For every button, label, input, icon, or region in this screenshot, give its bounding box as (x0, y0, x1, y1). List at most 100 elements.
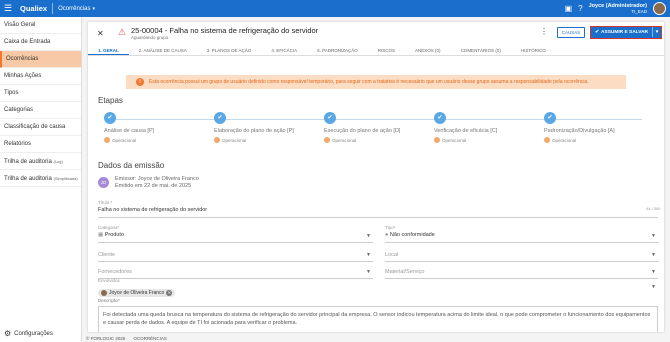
local-select[interactable]: Local ▼ (385, 250, 658, 262)
step-label: Análise de causa [P] (104, 128, 155, 134)
copyright: © FORLOGIC 2025 (86, 336, 126, 341)
menu-icon[interactable]: ☰ (0, 3, 16, 14)
step-verificacao-eficacia[interactable]: ✔ Verificação de eficácia [C] Operaciona… (434, 112, 544, 143)
user-info[interactable]: Joyce (Administrador) TI_EAD (589, 3, 647, 15)
close-icon[interactable]: ✕ (97, 29, 104, 38)
module-selector[interactable]: Ocorrências (58, 6, 90, 12)
sidebar-item-minhas-acoes[interactable]: Minhas Ações (0, 68, 81, 85)
tab-comentarios[interactable]: Comentários (0) (451, 45, 511, 55)
sidebar: Visão Geral Caixa de Entrada Ocorrências… (0, 17, 82, 342)
step-status-label: Operacional (442, 137, 467, 143)
involved-chip[interactable]: Joyce de Oliveira Franco ✕ (98, 289, 176, 297)
app-logo[interactable]: Qualiex (20, 4, 47, 13)
top-bar: ☰ Qualiex Ocorrências ▾ ▣ ? Joyce (Admin… (0, 0, 670, 17)
tab-riscos[interactable]: Riscos (368, 45, 405, 55)
occurrence-panel: ✕ ⚠ 25-00004 - Falha no sistema de refri… (88, 22, 664, 332)
tab-historico[interactable]: Histórico (511, 45, 556, 55)
close-icon[interactable]: ✕ (166, 290, 173, 296)
sidebar-item-trilha-log[interactable]: Trilha de auditoria (Log) (0, 153, 81, 170)
sidebar-item-ocorrencias[interactable]: Ocorrências (0, 51, 81, 68)
step-status-label: Operacional (332, 137, 357, 143)
assume-save-button[interactable]: ✔ ASSUMIR E SALVAR ▾ (590, 26, 662, 39)
main-area: ✕ ⚠ 25-00004 - Falha no sistema de refri… (82, 17, 670, 342)
settings-label: Configurações (14, 330, 53, 337)
emitter-avatar: JO (98, 177, 109, 188)
check-icon: ✔ (104, 112, 116, 124)
tab-planos-acao[interactable]: 3. Planos de ação (197, 45, 262, 55)
page-title: 25-00004 - Falha no sistema de refrigera… (131, 26, 319, 35)
client-select[interactable]: Cliente ▼ (98, 250, 373, 262)
step-status: Operacional (104, 137, 214, 143)
avatar[interactable] (653, 2, 666, 15)
sidebar-item-label: Classificação de causa (4, 124, 66, 130)
causes-button[interactable]: CAUSAS (557, 27, 585, 38)
sidebar-item-label: Caixa de Entrada (4, 39, 51, 45)
category-select[interactable]: Categoria* ▦ Produto ▼ (98, 225, 373, 243)
step-status: Operacional (434, 137, 544, 143)
sidebar-item-caixa-entrada[interactable]: Caixa de Entrada (0, 34, 81, 51)
step-label: Elaboração do plano de ação [P] (214, 128, 294, 134)
sidebar-item-label: Ocorrências (6, 56, 39, 62)
tab-padronizacao[interactable]: 5. Padronização (307, 45, 368, 55)
field-underline (385, 242, 658, 243)
type-label: Tipo* (385, 225, 396, 230)
emission-text: Emissor: Joyce de Oliveira Franco Emitid… (115, 176, 199, 190)
tab-geral[interactable]: 1. Geral (88, 45, 129, 55)
emitter-name: Emissor: Joyce de Oliveira Franco (115, 176, 199, 182)
tab-analise-causa[interactable]: 2. Análise de causa (129, 45, 197, 55)
apps-icon[interactable]: ▣ (565, 4, 573, 13)
step-label: Execução do plano de ação [D] (324, 128, 401, 134)
more-options-icon[interactable]: ⋮ (540, 27, 548, 36)
sidebar-item-categorias[interactable]: Categorias (0, 102, 81, 119)
check-icon: ✔ (324, 112, 336, 124)
chevron-down-icon[interactable]: ▾ (92, 6, 95, 12)
chip-label: Joyce de Oliveira Franco (109, 290, 165, 296)
gear-icon: ⚙ (4, 329, 12, 338)
description-field[interactable]: Descrição* Foi detectada uma queda brusc… (98, 298, 658, 332)
client-placeholder: Cliente (98, 252, 116, 258)
check-icon: ✔ (544, 112, 556, 124)
step-execucao-plano[interactable]: ✔ Execução do plano de ação [D] Operacio… (324, 112, 434, 143)
description-textarea[interactable]: Foi detectada uma queda brusca na temper… (98, 306, 658, 332)
step-status: Operacional (544, 137, 654, 143)
chevron-down-icon: ▼ (366, 252, 371, 258)
type-select[interactable]: Tipo* ● Não conformidade ▼ (385, 225, 658, 243)
step-padronizacao[interactable]: ✔ Padronização/Divulgação [A] Operaciona… (544, 112, 654, 143)
chevron-down-icon: ▼ (651, 233, 656, 239)
step-elaboracao-plano[interactable]: ✔ Elaboração do plano de ação [P] Operac… (214, 112, 324, 143)
sidebar-item-classificacao-causa[interactable]: Classificação de causa (0, 119, 81, 136)
box-icon: ▦ (98, 232, 104, 238)
title-counter: 44 / 300 (646, 206, 661, 211)
status-subtitle: Aguardando grupo (131, 35, 169, 40)
sidebar-item-visao-geral[interactable]: Visão Geral (0, 17, 81, 34)
sidebar-item-label: Trilha de auditoria (4, 176, 52, 182)
steps-title: Etapas (98, 96, 123, 105)
sidebar-item-relatorios[interactable]: Relatórios (0, 136, 81, 153)
step-analise-causa[interactable]: ✔ Análise de causa [P] Operacional (104, 112, 214, 143)
involved-select[interactable]: Envolvidos Joyce de Oliveira Franco ✕ ▼ (98, 278, 658, 297)
divider (52, 3, 54, 14)
step-status-label: Operacional (222, 137, 247, 143)
category-label: Categoria* (98, 225, 120, 230)
sidebar-item-suffix: (Simplificada) (53, 176, 78, 181)
settings-link[interactable]: ⚙ Configurações (4, 329, 53, 338)
status-icon (544, 137, 550, 143)
sidebar-item-suffix: (Log) (53, 159, 63, 164)
sidebar-item-tipos[interactable]: Tipos (0, 85, 81, 102)
tabs: 1. Geral 2. Análise de causa 3. Planos d… (88, 45, 664, 56)
step-label: Padronização/Divulgação [A] (544, 128, 615, 134)
help-icon[interactable]: ? (578, 4, 582, 13)
tab-eficacia[interactable]: 4. Eficácia (261, 45, 307, 55)
panel-header: ✕ ⚠ 25-00004 - Falha no sistema de refri… (88, 22, 664, 44)
description-label: Descrição* (98, 298, 120, 303)
category-text: Produto (104, 232, 124, 238)
title-field[interactable]: Título * Falha no sistema de refrigeraçã… (98, 200, 658, 218)
sidebar-item-label: Tipos (4, 90, 19, 96)
sidebar-item-label: Minhas Ações (4, 73, 42, 79)
topbar-right: ▣ ? Joyce (Administrador) TI_EAD (565, 0, 666, 17)
chevron-down-icon[interactable]: ▾ (652, 27, 661, 37)
step-label: Verificação de eficácia [C] (434, 128, 498, 134)
sidebar-item-trilha-simplificada[interactable]: Trilha de auditoria (Simplificada) (0, 170, 81, 187)
tab-anexos[interactable]: Anexos (0) (405, 45, 451, 55)
step-status: Operacional (324, 137, 434, 143)
